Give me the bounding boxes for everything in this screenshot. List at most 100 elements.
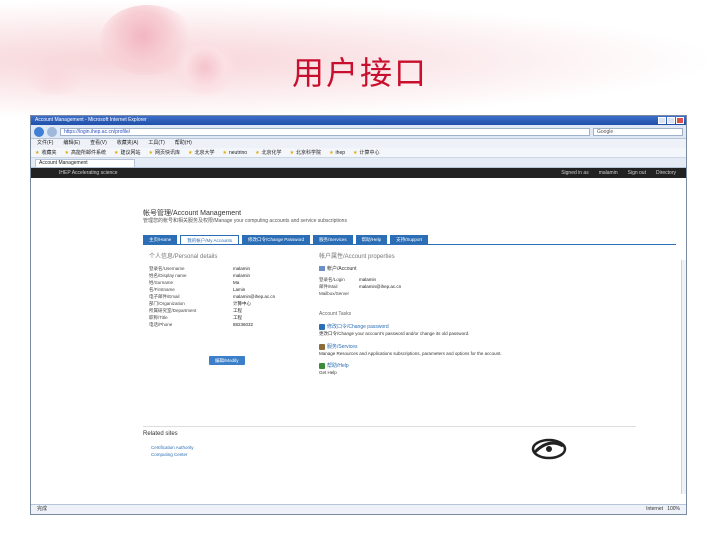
related-sites-list: Certification Authority Computing Center — [151, 444, 194, 458]
detail-row: 姓/Surname Ma — [149, 279, 309, 286]
favorite-link[interactable]: ihep — [329, 148, 345, 157]
detail-label: 电话/Phone — [149, 322, 173, 327]
services-link[interactable]: 服务/Services — [319, 343, 539, 350]
menu-item-file[interactable]: 文件(F) — [37, 139, 53, 148]
minimize-icon[interactable] — [658, 117, 666, 124]
favorite-link[interactable]: 计算中心 — [353, 148, 379, 157]
window-title: Account Management - Microsoft Internet … — [35, 117, 147, 123]
task-description: Manage Resources and Applications subscr… — [319, 351, 502, 356]
page-scrollbar[interactable] — [681, 260, 686, 494]
menu-item-view[interactable]: 查看(V) — [90, 139, 107, 148]
url-input[interactable]: https://login.ihep.ac.cn/profile/ — [60, 127, 590, 136]
section-divider — [143, 426, 636, 427]
tab-services[interactable]: 服务/Services — [313, 235, 353, 244]
slide-title: 用户接口 — [291, 54, 428, 92]
browser-screenshot: Account Management - Microsoft Internet … — [30, 115, 687, 515]
menu-item-tools[interactable]: 工具(T) — [148, 139, 164, 148]
help-link[interactable]: 帮助/Help — [319, 362, 539, 369]
key-icon — [319, 323, 325, 330]
favorite-link[interactable]: 网页快讯库 — [149, 148, 180, 157]
task-title: 帮助/Help — [327, 363, 349, 369]
favorite-link[interactable]: 高能所邮件系统 — [65, 148, 106, 157]
detail-value: Ma — [233, 280, 240, 285]
favorite-link[interactable]: 北京科学院 — [290, 148, 321, 157]
window-titlebar: Account Management - Microsoft Internet … — [31, 116, 686, 125]
edit-button[interactable]: 编辑/Modify — [209, 356, 245, 365]
detail-value: 88236032 — [233, 322, 254, 327]
forward-icon[interactable] — [47, 126, 57, 137]
signed-in-label: Signed in as — [561, 170, 589, 176]
menu-item-help[interactable]: 帮助(H) — [175, 139, 192, 148]
task-help: 帮助/Help Get Help — [319, 362, 539, 375]
account-properties-heading: 帐户属性/Account properties — [319, 254, 395, 260]
favorite-link[interactable]: 建议网站 — [114, 148, 140, 157]
status-bar: 完成 Internet 100% — [31, 504, 686, 514]
account-row: 登录名/Login malamin — [319, 276, 539, 283]
favorites-bar: 收藏夹 高能所邮件系统 建议网站 网页快讯库 北京大学 neutrino 北京化… — [31, 148, 686, 158]
detail-label: 所属研究室/Department — [149, 308, 197, 313]
site-brand: IHEP Accelerating science — [59, 170, 118, 176]
tab-my-accounts[interactable]: 我的帐户/My Accounts — [180, 235, 240, 244]
related-link-cc[interactable]: Computing Center — [151, 451, 194, 458]
page-tabs: 主页/Home 我的帐户/My Accounts 修改口令/Change Pas… — [143, 235, 429, 244]
task-title: 服务/Services — [327, 344, 358, 350]
signout-link[interactable]: Sign out — [628, 168, 646, 178]
personal-details-panel: 个人信息/Personal details 登录名/Username malami… — [149, 248, 309, 365]
detail-row: 部门/Organization 计算中心 — [149, 300, 309, 307]
tab-support[interactable]: 支持/Support — [390, 235, 429, 244]
search-input[interactable]: Google — [593, 127, 683, 136]
detail-label: 部门/Organization — [149, 301, 185, 306]
account-label: 登录名/Login — [319, 277, 345, 282]
menu-item-edit[interactable]: 编辑(E) — [63, 139, 80, 148]
favorite-link[interactable]: 北京大学 — [188, 148, 214, 157]
favorite-link[interactable]: 北京化学 — [255, 148, 282, 157]
task-change-password: 修改口令/Change password 更改口令/Change your ac… — [319, 323, 539, 337]
favorite-link[interactable]: neutrino — [223, 148, 247, 157]
address-bar: https://login.ihep.ac.cn/profile/ Google — [31, 125, 686, 139]
detail-value: 工程 — [233, 315, 242, 320]
detail-value: malamin@ihep.ac.cn — [233, 294, 276, 299]
back-icon[interactable] — [34, 126, 44, 137]
task-title: 修改口令/Change password — [327, 324, 389, 330]
detail-value: 工程 — [233, 308, 242, 313]
account-tasks-heading: Account Tasks — [319, 311, 352, 317]
tab-home[interactable]: 主页/Home — [143, 235, 178, 244]
menu-item-favorites[interactable]: 收藏夹(A) — [117, 139, 139, 148]
detail-label: 姓/Surname — [149, 280, 174, 285]
detail-label: 登录名/Username — [149, 266, 185, 271]
signed-in-user[interactable]: malamin — [599, 168, 618, 178]
detail-label: 名/Firstname — [149, 287, 175, 292]
related-sites-heading: Related sites — [143, 431, 178, 437]
detail-row: 职称/Title 工程 — [149, 314, 309, 321]
detail-label: 姓名/Display name — [149, 273, 187, 278]
tab-help[interactable]: 帮助/Help — [355, 235, 388, 244]
account-name-label: 帐户/Account — [327, 266, 357, 272]
related-link-ca[interactable]: Certification Authority — [151, 444, 194, 451]
tabs-divider — [143, 244, 676, 245]
maximize-icon[interactable] — [667, 117, 675, 124]
ihep-logo-icon — [531, 438, 567, 460]
directory-link[interactable]: Directory — [656, 168, 676, 178]
detail-row: 名/Firstname Lamin — [149, 286, 309, 293]
zoom-level[interactable]: 100% — [667, 506, 680, 512]
tab-change-password[interactable]: 修改口令/Change Password — [242, 235, 311, 244]
detail-row: 所属研究室/Department 工程 — [149, 307, 309, 314]
change-password-link[interactable]: 修改口令/Change password — [319, 323, 539, 330]
detail-value: malamin — [233, 266, 251, 271]
page-content: 帐号管理/Account Management 管理您的帐号和相关服务及权限/M… — [31, 188, 686, 504]
task-services: 服务/Services Manage Resources and Applica… — [319, 343, 539, 356]
detail-row: 姓名/Display name malamin — [149, 272, 309, 279]
detail-row: 登录名/Username malamin — [149, 265, 309, 272]
account-row: Mailbox/Server — [319, 290, 539, 297]
personal-details-heading: 个人信息/Personal details — [149, 254, 218, 260]
close-icon[interactable] — [676, 117, 684, 124]
site-top-strip: IHEP Accelerating science Signed in as m… — [31, 168, 686, 178]
account-value: malamin@ihep.ac.cn — [359, 284, 402, 289]
internet-zone: Internet — [646, 506, 664, 512]
detail-row: 电话/Phone 88236032 — [149, 321, 309, 328]
help-icon — [319, 362, 325, 369]
detail-label: 电子邮件/Email — [149, 294, 180, 299]
favorite-link[interactable]: 收藏夹 — [35, 148, 56, 157]
browser-tab[interactable]: Account Management — [35, 159, 135, 167]
account-row: 邮件/Mail malamin@ihep.ac.cn — [319, 283, 539, 290]
